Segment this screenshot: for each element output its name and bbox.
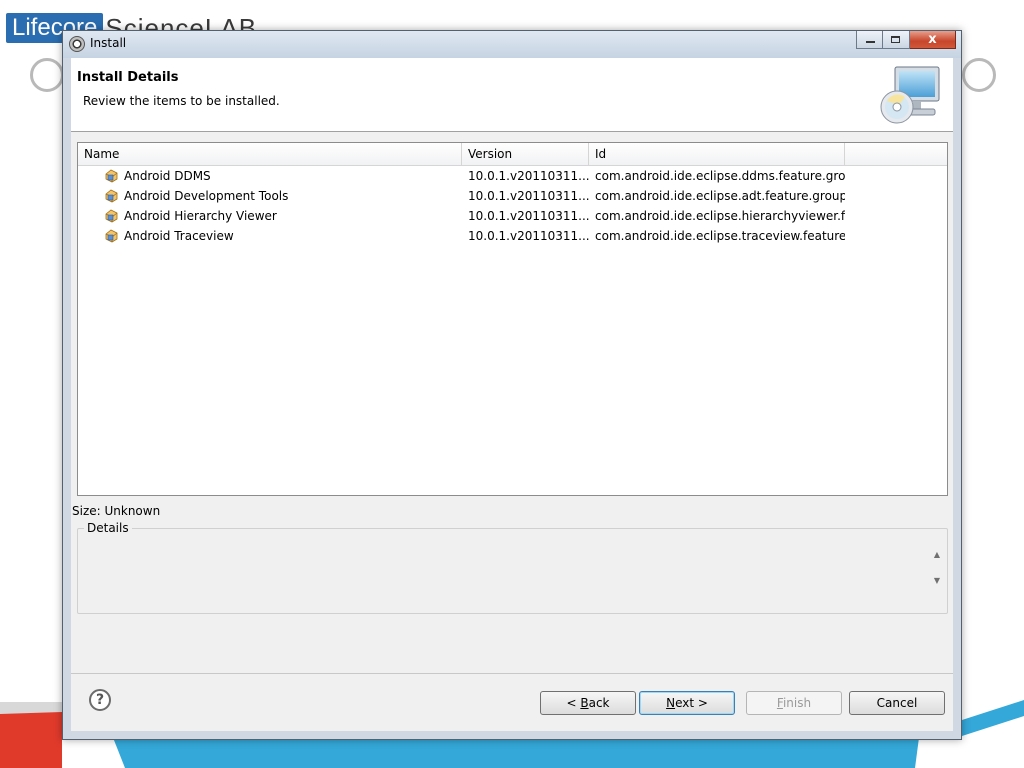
- table-header: Name Version Id: [78, 143, 947, 166]
- details-group[interactable]: Details ▲ ▼: [77, 521, 948, 614]
- feature-plugin-icon: [105, 229, 118, 243]
- row-id: com.android.ide.eclipse.hierarchyviewer.…: [595, 209, 845, 223]
- row-version: 10.0.1.v20110311...: [468, 209, 589, 223]
- slide-circle-right: [962, 58, 996, 92]
- back-prefix: <: [566, 696, 581, 710]
- row-version: 10.0.1.v20110311...: [468, 189, 589, 203]
- back-rest: ack: [588, 696, 610, 710]
- next-rest: ext >: [675, 696, 708, 710]
- window-title: Install: [90, 36, 127, 50]
- row-id: com.android.ide.eclipse.traceview.featur…: [595, 229, 845, 243]
- scroll-up-arrow-icon[interactable]: ▲: [931, 549, 943, 561]
- row-name-cell: Android DDMS: [78, 166, 462, 186]
- row-version: 10.0.1.v20110311...: [468, 169, 589, 183]
- details-label: Details: [84, 521, 132, 535]
- column-header-id[interactable]: Id: [589, 143, 845, 165]
- maximize-button[interactable]: [883, 31, 910, 49]
- size-label: Size: Unknown: [72, 504, 161, 518]
- row-name: Android DDMS: [124, 169, 211, 183]
- row-id: com.android.ide.eclipse.ddms.feature.gro…: [595, 169, 845, 183]
- minimize-button[interactable]: [856, 31, 883, 49]
- table-row[interactable]: Android DDMS 10.0.1.v20110311... com.and…: [78, 166, 947, 186]
- window-controls: x: [856, 31, 956, 49]
- install-dialog: Install x Install Details Review the ite…: [62, 30, 962, 740]
- finish-rest: inish: [782, 696, 812, 710]
- next-button[interactable]: Next >: [639, 691, 735, 715]
- row-name: Android Hierarchy Viewer: [124, 209, 277, 223]
- back-mnemonic: B: [580, 696, 589, 710]
- table-row[interactable]: Android Traceview 10.0.1.v20110311... co…: [78, 226, 947, 246]
- row-name-cell: Android Hierarchy Viewer: [78, 206, 462, 226]
- wizard-header: Install Details Review the items to be i…: [71, 58, 953, 132]
- feature-plugin-icon: [105, 189, 118, 203]
- row-name-cell: Android Development Tools: [78, 186, 462, 206]
- row-id: com.android.ide.eclipse.adt.feature.grou…: [595, 189, 845, 203]
- page-title: Install Details: [77, 70, 179, 85]
- eclipse-gear-icon[interactable]: [69, 36, 85, 52]
- row-name-cell: Android Traceview: [78, 226, 462, 246]
- table-row[interactable]: Android Development Tools 10.0.1.v201103…: [78, 186, 947, 206]
- column-header-name[interactable]: Name: [78, 143, 462, 165]
- slide-circle-left: [30, 58, 64, 92]
- feature-plugin-icon: [105, 169, 118, 183]
- help-icon[interactable]: ?: [89, 689, 111, 711]
- title-bar[interactable]: Install x: [63, 31, 961, 58]
- table-row[interactable]: Android Hierarchy Viewer 10.0.1.v2011031…: [78, 206, 947, 226]
- footer-separator: [71, 673, 953, 674]
- dialog-client-area: Install Details Review the items to be i…: [71, 58, 953, 731]
- close-button[interactable]: x: [910, 31, 956, 49]
- column-header-filler: [845, 143, 947, 165]
- table-body: Android DDMS 10.0.1.v20110311... com.and…: [78, 166, 947, 246]
- page-description: Review the items to be installed.: [83, 94, 280, 108]
- row-name: Android Development Tools: [124, 189, 289, 203]
- install-items-table[interactable]: Name Version Id Android DDMS 10.0.1.v201…: [77, 142, 948, 496]
- next-mnemonic: N: [666, 696, 676, 710]
- row-version: 10.0.1.v20110311...: [468, 229, 589, 243]
- computer-cd-icon: [880, 66, 940, 124]
- row-name: Android Traceview: [124, 229, 234, 243]
- feature-plugin-icon: [105, 209, 118, 223]
- finish-button[interactable]: Finish: [746, 691, 842, 715]
- cancel-button[interactable]: Cancel: [849, 691, 945, 715]
- back-button[interactable]: < Back: [540, 691, 636, 715]
- scroll-down-arrow-icon[interactable]: ▼: [931, 575, 943, 587]
- column-header-version[interactable]: Version: [462, 143, 589, 165]
